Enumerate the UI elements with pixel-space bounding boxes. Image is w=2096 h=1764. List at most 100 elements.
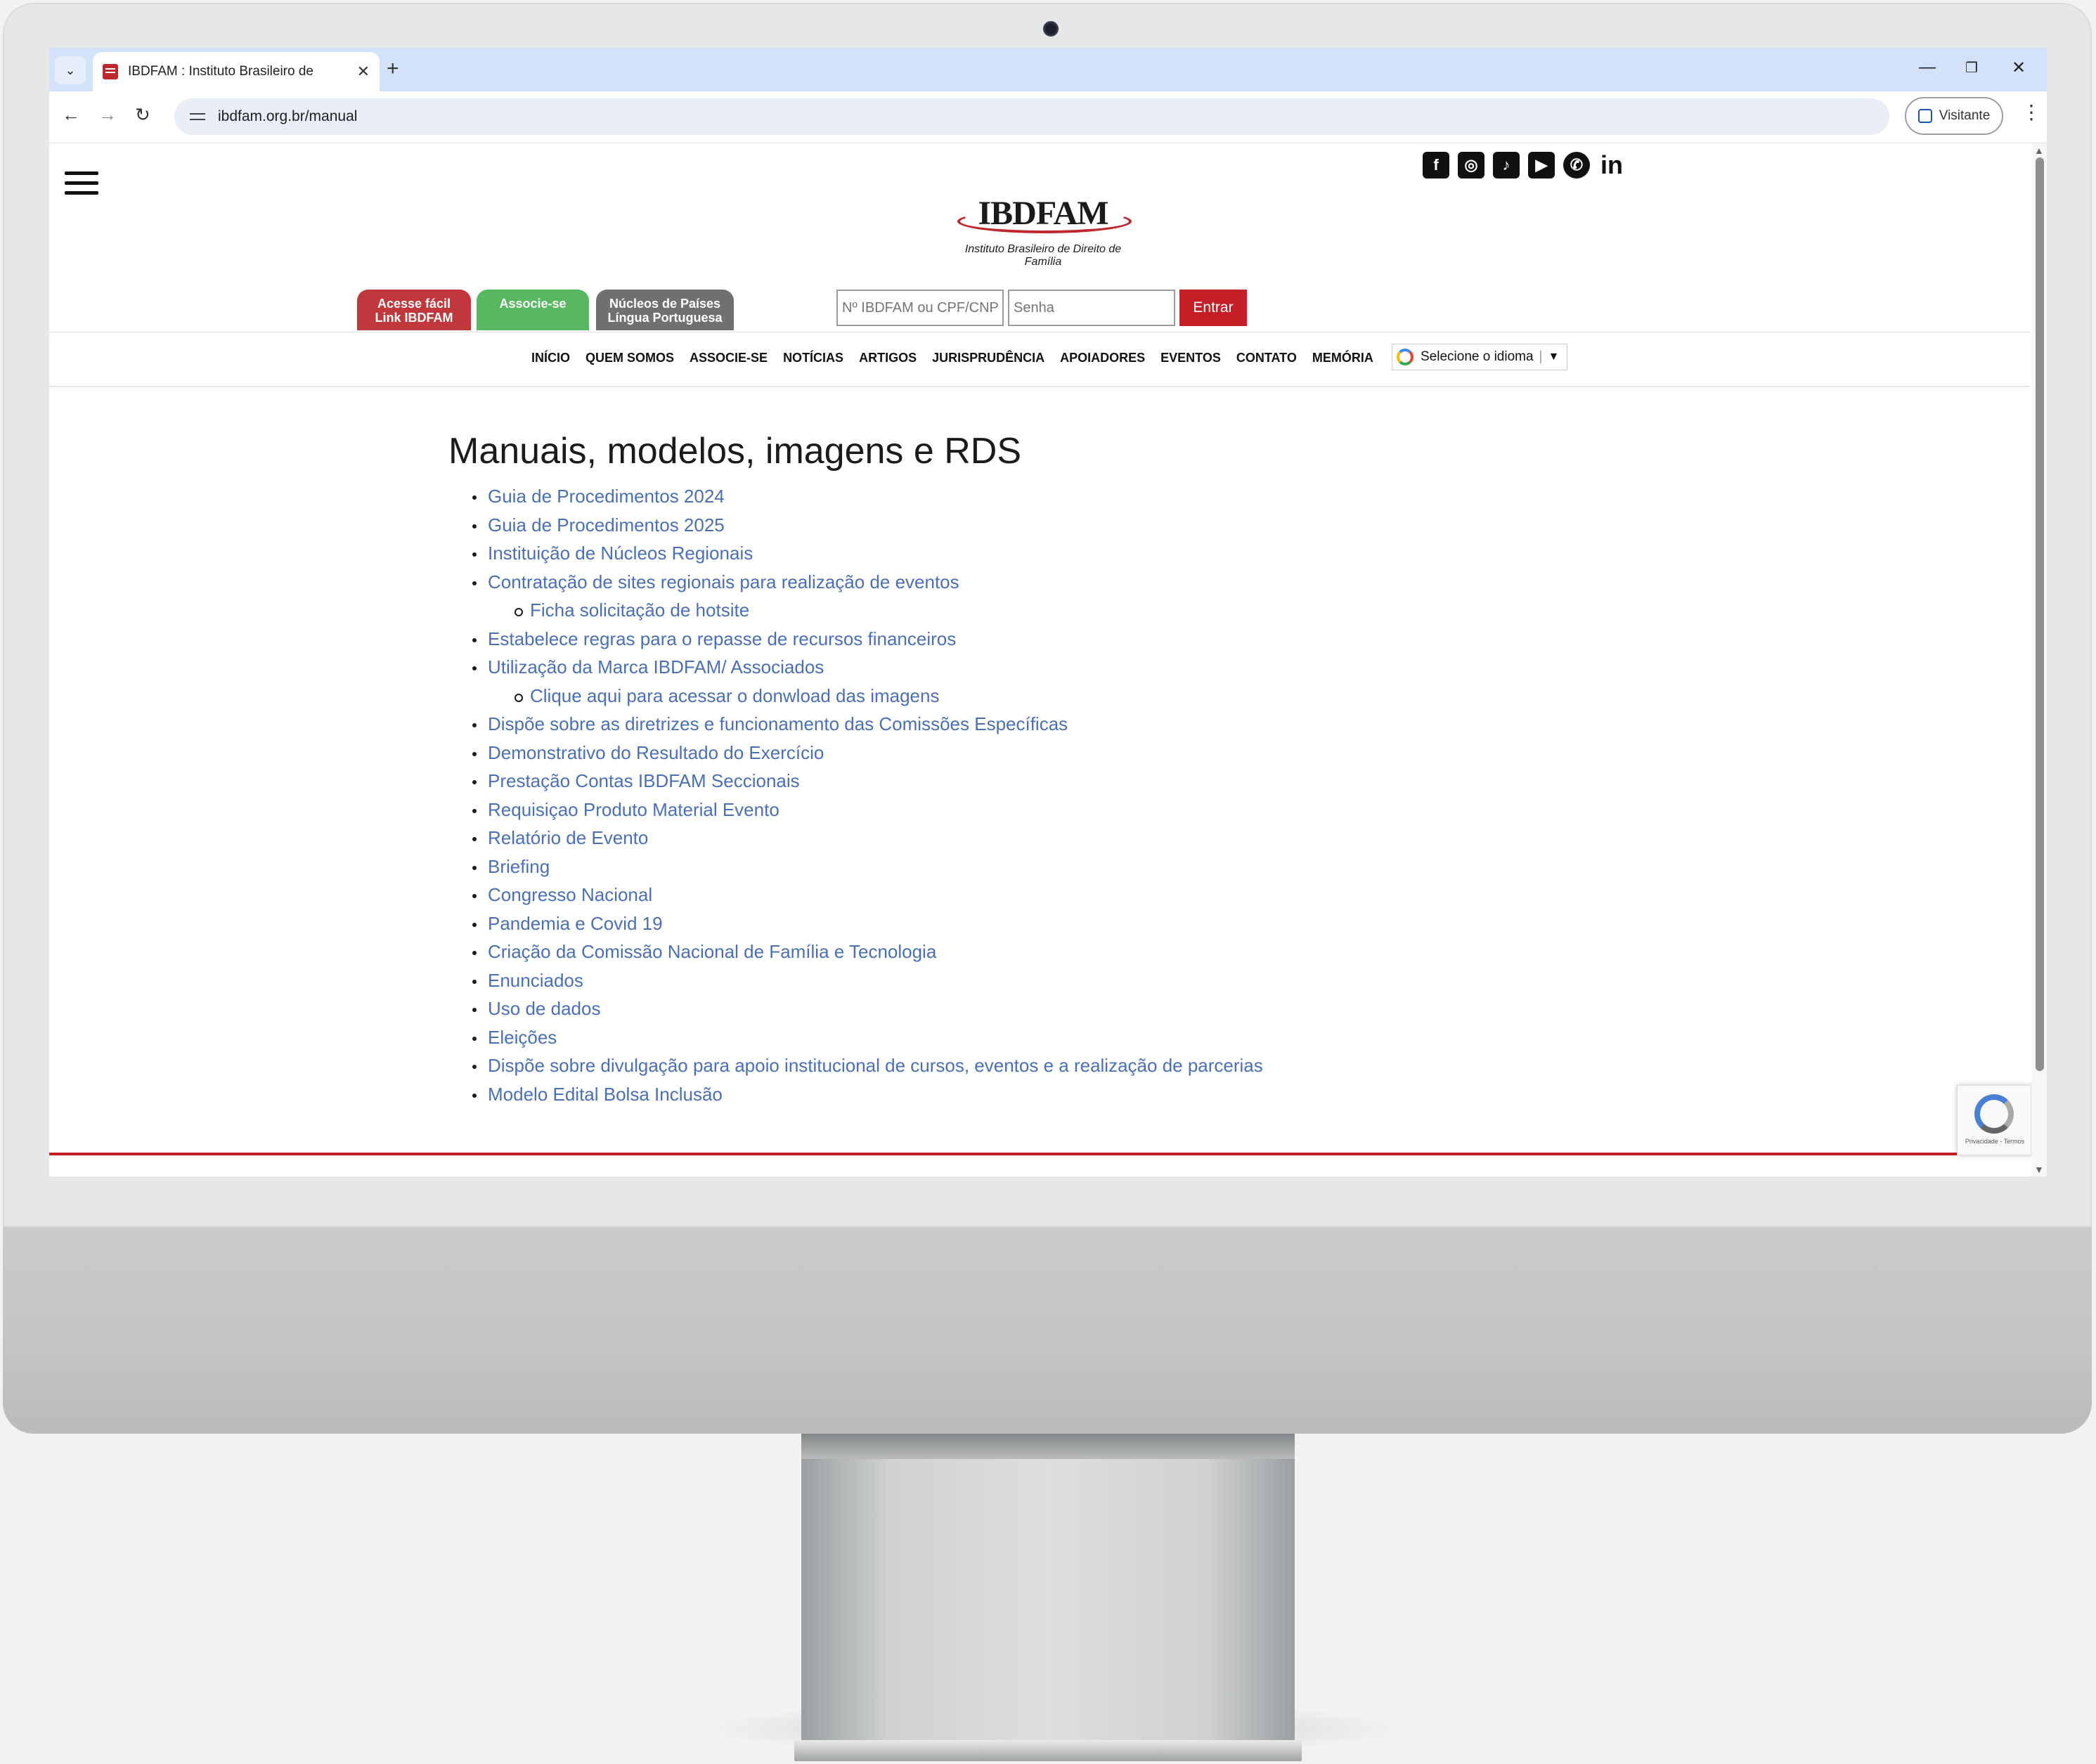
new-tab-button[interactable]: + bbox=[387, 56, 399, 82]
close-icon[interactable]: ✕ bbox=[357, 63, 370, 81]
manual-link[interactable]: Estabelece regras para o repasse de recu… bbox=[488, 628, 956, 649]
recaptcha-badge[interactable]: Privacidade - Termos bbox=[1957, 1085, 2031, 1155]
manual-link[interactable]: Dispõe sobre as diretrizes e funcionamen… bbox=[488, 713, 1068, 734]
ibdfam-favicon-icon bbox=[103, 64, 118, 79]
more-options-icon[interactable]: ⋮ bbox=[2021, 103, 2041, 122]
nucleos-paises-button[interactable]: Núcleos de Países Língua Portuguesa bbox=[596, 290, 734, 330]
window-close-icon[interactable]: ✕ bbox=[2012, 58, 2026, 78]
nav-item-associe-se[interactable]: ASSOCIE-SE bbox=[690, 351, 768, 365]
manual-link[interactable]: Prestação Contas IBDFAM Seccionais bbox=[488, 770, 800, 791]
nav-item-eventos[interactable]: EVENTOS bbox=[1160, 351, 1221, 365]
manual-link[interactable]: Utilização da Marca IBDFAM/ Associados bbox=[488, 656, 824, 677]
dropdown-arrow-icon: ▼ bbox=[1548, 351, 1560, 363]
ibdfam-logo[interactable]: IBDFAM Instituto Brasileiro de Direito d… bbox=[952, 188, 1134, 268]
manual-link[interactable]: Instituição de Núcleos Regionais bbox=[488, 543, 753, 564]
nav-item-artigos[interactable]: ARTIGOS bbox=[859, 351, 917, 365]
manual-link[interactable]: Guia de Procedimentos 2024 bbox=[488, 486, 725, 507]
manual-link[interactable]: Dispõe sobre divulgação para apoio insti… bbox=[488, 1055, 1263, 1076]
login-submit-button[interactable]: Entrar bbox=[1179, 290, 1247, 326]
list-item: Criação da Comissão Nacional de Família … bbox=[472, 938, 1263, 966]
forward-arrow-icon[interactable]: → bbox=[98, 104, 117, 126]
nav-item-noticias[interactable]: NOTÍCIAS bbox=[783, 351, 843, 365]
tab-search-button[interactable]: ⌄ bbox=[55, 56, 86, 84]
nav-item-apoiadores[interactable]: APOIADORES bbox=[1060, 351, 1145, 365]
monitor-stand-neck bbox=[801, 1431, 1295, 1459]
language-separator: | bbox=[1539, 349, 1543, 364]
language-label: Selecione o idioma bbox=[1421, 349, 1534, 364]
list-item: Dispõe sobre divulgação para apoio insti… bbox=[472, 1051, 1263, 1080]
restore-icon[interactable]: ❐ bbox=[1965, 59, 1978, 77]
manual-link[interactable]: Eleições bbox=[488, 1027, 557, 1048]
nucleos-line2: Língua Portuguesa bbox=[607, 311, 723, 325]
nav-item-jurisprudencia[interactable]: JURISPRUDÊNCIA bbox=[932, 351, 1044, 365]
manual-link[interactable]: Demonstrativo do Resultado do Exercício bbox=[488, 742, 824, 763]
manual-link[interactable]: Guia de Procedimentos 2025 bbox=[488, 514, 725, 536]
manual-link[interactable]: Congresso Nacional bbox=[488, 884, 652, 905]
logo-text: IBDFAM bbox=[978, 195, 1108, 232]
manual-link[interactable]: Modelo Edital Bolsa Inclusão bbox=[488, 1084, 723, 1105]
active-tab[interactable]: IBDFAM : Instituto Brasileiro de ✕ bbox=[93, 52, 380, 91]
list-item: Pandemia e Covid 19 bbox=[472, 909, 1263, 938]
associe-se-label: Associe-se bbox=[499, 297, 567, 311]
manual-link[interactable]: Clique aqui para acessar o donwload das … bbox=[530, 685, 939, 706]
nav-item-quem-somos[interactable]: QUEM SOMOS bbox=[586, 351, 674, 365]
recaptcha-links[interactable]: Privacidade - Termos bbox=[1958, 1138, 2032, 1145]
nav-item-contato[interactable]: CONTATO bbox=[1236, 351, 1297, 365]
minimize-icon[interactable]: — bbox=[1919, 58, 1936, 77]
browser-window: ⌄ IBDFAM : Instituto Brasileiro de ✕ + —… bbox=[49, 48, 2047, 1176]
tiktok-icon[interactable]: ♪ bbox=[1493, 152, 1520, 179]
chevron-down-icon: ⌄ bbox=[65, 63, 76, 77]
instagram-icon[interactable]: ◎ bbox=[1458, 152, 1484, 179]
list-item: Guia de Procedimentos 2024 bbox=[472, 482, 1263, 511]
list-item: Instituição de Núcleos Regionais bbox=[472, 539, 1263, 568]
youtube-icon[interactable]: ▶ bbox=[1528, 152, 1555, 179]
logo-subtitle: Instituto Brasileiro de Direito de Famíl… bbox=[964, 243, 1122, 268]
manual-link[interactable]: Criação da Comissão Nacional de Família … bbox=[488, 941, 936, 962]
list-item: Congresso Nacional bbox=[472, 881, 1263, 909]
address-bar[interactable]: ibdfam.org.br/manual bbox=[174, 98, 1889, 135]
manuals-list: Guia de Procedimentos 2024 Guia de Proced… bbox=[472, 482, 1263, 1108]
nav-item-memoria[interactable]: MEMÓRIA bbox=[1312, 351, 1373, 365]
list-item: Eleições bbox=[472, 1023, 1263, 1052]
linkedin-icon[interactable]: in bbox=[1598, 150, 1625, 179]
google-icon bbox=[1397, 349, 1413, 365]
manual-link[interactable]: Requisiçao Produto Material Evento bbox=[488, 799, 779, 820]
guest-profile-icon bbox=[1917, 109, 1932, 123]
list-item: Briefing bbox=[472, 852, 1263, 881]
back-arrow-icon[interactable]: ← bbox=[62, 104, 80, 126]
whatsapp-icon[interactable]: ✆ bbox=[1563, 152, 1590, 179]
manual-link[interactable]: Contratação de sites regionais para real… bbox=[488, 571, 959, 592]
reload-icon[interactable]: ↻ bbox=[135, 104, 150, 126]
acesse-facil-line1: Acesse fácil bbox=[377, 297, 451, 311]
monitor-stand bbox=[801, 1431, 1295, 1761]
associe-se-button[interactable]: Associe-se bbox=[477, 290, 589, 330]
web-page: f ◎ ♪ ▶ ✆ in IBDFAM Instituto Brasileiro… bbox=[49, 143, 2047, 1176]
list-item: Enunciados bbox=[472, 966, 1263, 995]
scroll-up-arrow-icon[interactable]: ▲ bbox=[2034, 145, 2044, 156]
list-item: Relatório de Evento bbox=[472, 824, 1263, 852]
manual-link[interactable]: Relatório de Evento bbox=[488, 827, 648, 848]
acesse-facil-line2: Link IBDFAM bbox=[375, 311, 453, 325]
ibdfam-id-input[interactable] bbox=[836, 290, 1004, 326]
scrollbar-thumb[interactable] bbox=[2036, 157, 2044, 1071]
main-content: Manuais, modelos, imagens e RDS Guia de … bbox=[448, 430, 1263, 1108]
profile-button[interactable]: Visitante bbox=[1905, 97, 2003, 135]
list-item: Requisiçao Produto Material Evento bbox=[472, 796, 1263, 824]
scroll-down-arrow-icon[interactable]: ▼ bbox=[2034, 1164, 2044, 1175]
hamburger-menu-icon[interactable] bbox=[65, 171, 98, 195]
facebook-icon[interactable]: f bbox=[1423, 152, 1449, 179]
password-input[interactable] bbox=[1008, 290, 1175, 326]
page-title: Manuais, modelos, imagens e RDS bbox=[448, 431, 1022, 472]
manual-link[interactable]: Ficha solicitação de hotsite bbox=[530, 599, 749, 621]
list-item: Guia de Procedimentos 2025 bbox=[472, 511, 1263, 540]
main-nav: INÍCIO QUEM SOMOS ASSOCIE-SE NOTÍCIAS AR… bbox=[49, 332, 2030, 387]
manual-link[interactable]: Briefing bbox=[488, 856, 550, 877]
site-settings-icon[interactable] bbox=[190, 110, 205, 123]
manual-link[interactable]: Pandemia e Covid 19 bbox=[488, 913, 663, 934]
nav-item-inicio[interactable]: INÍCIO bbox=[531, 351, 570, 365]
language-selector[interactable]: Selecione o idioma | ▼ bbox=[1392, 344, 1567, 370]
page-scrollbar[interactable]: ▲ ▼ bbox=[2031, 143, 2047, 1176]
manual-link[interactable]: Enunciados bbox=[488, 970, 583, 991]
manual-link[interactable]: Uso de dados bbox=[488, 998, 600, 1019]
acesse-facil-button[interactable]: Acesse fácil Link IBDFAM bbox=[357, 290, 471, 330]
